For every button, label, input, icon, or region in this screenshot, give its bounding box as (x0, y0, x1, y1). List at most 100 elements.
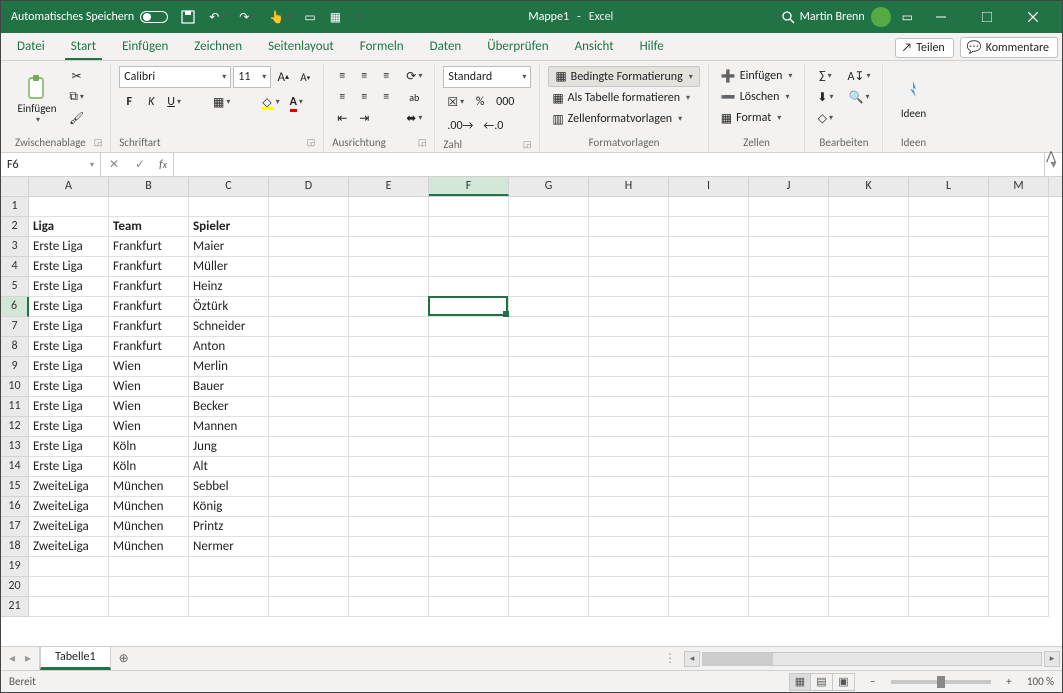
tab-zeichnen[interactable]: Zeichnen (182, 34, 254, 60)
cell[interactable] (509, 217, 589, 237)
cell[interactable] (909, 257, 989, 277)
cell[interactable]: ZweiteLiga (29, 517, 109, 537)
cell[interactable] (429, 297, 509, 317)
column-header[interactable]: A (29, 177, 109, 196)
cell[interactable]: Erste Liga (29, 357, 109, 377)
row-header[interactable]: 14 (1, 457, 29, 477)
align-center-icon[interactable]: ≡ (354, 87, 374, 107)
column-header[interactable]: B (109, 177, 189, 196)
cell[interactable] (909, 377, 989, 397)
cell[interactable] (669, 377, 749, 397)
cell[interactable] (429, 517, 509, 537)
redo-icon[interactable]: ↷▾ (234, 10, 260, 25)
cell[interactable] (349, 237, 429, 257)
cell[interactable] (509, 437, 589, 457)
cell[interactable] (429, 437, 509, 457)
cell[interactable] (429, 377, 509, 397)
cell[interactable]: Spieler (189, 217, 269, 237)
cell[interactable] (589, 537, 669, 557)
underline-button[interactable]: U▾ (163, 92, 185, 112)
cell[interactable] (749, 377, 829, 397)
cell[interactable] (909, 277, 989, 297)
cell[interactable] (909, 237, 989, 257)
cell[interactable] (669, 597, 749, 617)
cell[interactable]: Frankfurt (109, 337, 189, 357)
cell[interactable]: München (109, 517, 189, 537)
cell[interactable] (749, 297, 829, 317)
row-header[interactable]: 11 (1, 397, 29, 417)
cell[interactable] (989, 437, 1049, 457)
cell[interactable] (909, 197, 989, 217)
cell[interactable] (509, 337, 589, 357)
cell[interactable] (269, 377, 349, 397)
cell[interactable] (669, 337, 749, 357)
cell[interactable] (429, 457, 509, 477)
cell[interactable] (829, 437, 909, 457)
cell[interactable] (669, 217, 749, 237)
cell[interactable] (269, 517, 349, 537)
cell[interactable] (429, 557, 509, 577)
align-left-icon[interactable]: ≡ (332, 87, 352, 107)
cell[interactable]: Erste Liga (29, 337, 109, 357)
row-header[interactable]: 10 (1, 377, 29, 397)
cell[interactable] (749, 537, 829, 557)
cell[interactable] (989, 217, 1049, 237)
cell[interactable] (349, 257, 429, 277)
merge-icon[interactable]: ⬌▾ (402, 108, 426, 128)
select-all-corner[interactable] (1, 177, 29, 196)
cell[interactable] (349, 317, 429, 337)
cell[interactable] (509, 237, 589, 257)
cell[interactable] (669, 357, 749, 377)
percent-icon[interactable]: % (470, 92, 490, 112)
cell[interactable] (349, 557, 429, 577)
cell[interactable] (669, 197, 749, 217)
cell[interactable] (989, 197, 1049, 217)
cell[interactable] (509, 597, 589, 617)
cell[interactable] (669, 497, 749, 517)
cell[interactable] (269, 477, 349, 497)
cell[interactable] (429, 337, 509, 357)
cell[interactable] (589, 477, 669, 497)
cell[interactable] (429, 277, 509, 297)
cell[interactable] (109, 597, 189, 617)
cell[interactable] (349, 217, 429, 237)
cell[interactable] (189, 197, 269, 217)
cell[interactable] (429, 217, 509, 237)
format-as-table-button[interactable]: ▦Als Tabelle formatieren▾ (548, 88, 694, 108)
name-box[interactable]: F6▾ (1, 153, 101, 176)
row-header[interactable]: 20 (1, 577, 29, 597)
font-family-combo[interactable]: Calibri▾ (119, 66, 231, 88)
cell[interactable]: Bauer (189, 377, 269, 397)
cell[interactable] (589, 237, 669, 257)
cell[interactable] (669, 537, 749, 557)
cell[interactable] (349, 577, 429, 597)
cell[interactable] (829, 497, 909, 517)
cell[interactable] (429, 257, 509, 277)
cell[interactable] (269, 577, 349, 597)
cell[interactable]: ZweiteLiga (29, 477, 109, 497)
cell[interactable]: Erste Liga (29, 377, 109, 397)
cell[interactable] (429, 497, 509, 517)
cell[interactable]: München (109, 477, 189, 497)
cell[interactable] (989, 257, 1049, 277)
cell[interactable] (509, 457, 589, 477)
cell[interactable] (989, 317, 1049, 337)
cell[interactable] (669, 397, 749, 417)
column-header[interactable]: K (829, 177, 909, 196)
cell[interactable] (909, 477, 989, 497)
decrease-indent-icon[interactable]: ⇤ (332, 108, 352, 128)
cell[interactable] (669, 517, 749, 537)
cell[interactable]: Frankfurt (109, 237, 189, 257)
cell[interactable] (669, 457, 749, 477)
cell[interactable] (269, 257, 349, 277)
view-page-break-icon[interactable]: ▣ (833, 673, 855, 691)
cell[interactable] (829, 537, 909, 557)
tab-formeln[interactable]: Formeln (348, 34, 416, 60)
maximize-button[interactable] (964, 1, 1010, 33)
cell[interactable]: Köln (109, 437, 189, 457)
cell[interactable] (349, 337, 429, 357)
cell[interactable] (109, 197, 189, 217)
row-header[interactable]: 3 (1, 237, 29, 257)
autosave-toggle[interactable]: Automatisches Speichern (7, 10, 172, 24)
align-bottom-icon[interactable]: ≡ (376, 66, 396, 86)
